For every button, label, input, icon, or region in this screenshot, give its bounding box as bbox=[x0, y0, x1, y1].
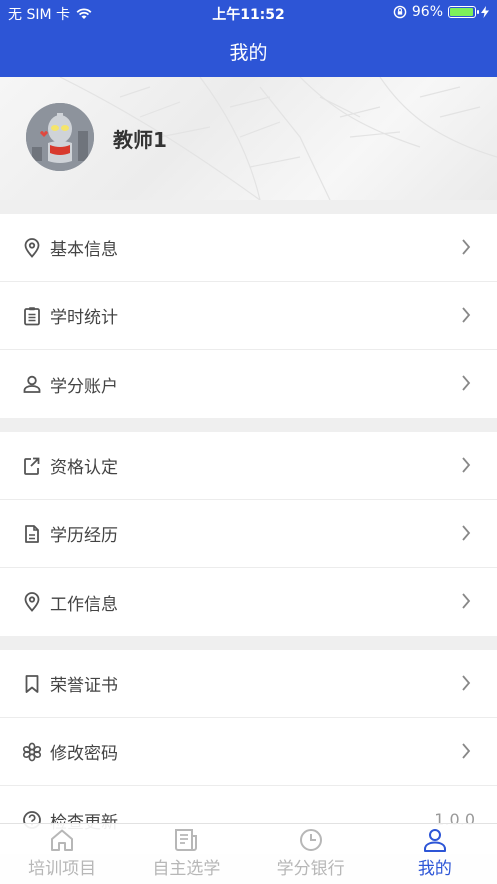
external-link-icon bbox=[22, 456, 42, 476]
chevron-right-icon bbox=[462, 375, 471, 391]
menu-group-2: 资格认定 学历经历 工作信息 bbox=[0, 432, 497, 636]
menu-item-qualification[interactable]: 资格认定 bbox=[0, 432, 497, 500]
nav-bar: 我的 bbox=[0, 26, 497, 77]
home-icon bbox=[51, 829, 74, 851]
flower-icon bbox=[22, 742, 42, 762]
menu-item-label: 工作信息 bbox=[50, 594, 118, 615]
menu-item-label: 学分账户 bbox=[50, 376, 118, 397]
tab-training-projects[interactable]: 培训项目 bbox=[0, 824, 124, 884]
chevron-right-icon bbox=[462, 307, 471, 323]
profile-header[interactable]: 教师1 bbox=[0, 77, 497, 200]
menu-item-label: 资格认定 bbox=[50, 458, 118, 478]
battery-icon bbox=[448, 6, 479, 18]
tab-mine[interactable]: 我的 bbox=[373, 824, 497, 884]
page-title: 我的 bbox=[229, 42, 268, 64]
document-icon bbox=[22, 524, 42, 544]
menu-item-change-password[interactable]: 修改密码 bbox=[0, 718, 497, 786]
menu-group-1: 基本信息 学时统计 学分账户 bbox=[0, 214, 497, 418]
menu-item-honors[interactable]: 荣誉证书 bbox=[0, 650, 497, 718]
status-right: 96% bbox=[393, 4, 489, 20]
ultraman-avatar-icon bbox=[26, 103, 94, 171]
chevron-right-icon bbox=[462, 675, 471, 691]
location-pin-icon bbox=[22, 592, 42, 612]
menu-item-education[interactable]: 学历经历 bbox=[0, 500, 497, 568]
menu-item-label: 荣誉证书 bbox=[50, 676, 118, 696]
newspaper-icon bbox=[175, 829, 198, 851]
tab-label: 自主选学 bbox=[152, 859, 221, 879]
bookmark-icon bbox=[22, 674, 42, 694]
menu-item-label: 基本信息 bbox=[50, 240, 118, 260]
tab-credit-bank[interactable]: 学分银行 bbox=[249, 824, 373, 884]
battery-fill bbox=[450, 8, 473, 16]
tab-self-study[interactable]: 自主选学 bbox=[124, 824, 248, 884]
tab-bar: 培训项目 自主选学 学分银行 我的 bbox=[0, 823, 497, 884]
person-icon bbox=[423, 829, 446, 852]
menu-item-study-hours[interactable]: 学时统计 bbox=[0, 282, 497, 350]
chevron-right-icon bbox=[462, 239, 471, 255]
menu-item-label: 学历经历 bbox=[50, 526, 118, 546]
menu-item-label: 学时统计 bbox=[50, 308, 118, 328]
chevron-right-icon bbox=[462, 743, 471, 759]
clipboard-list-icon bbox=[22, 306, 42, 326]
chevron-right-icon bbox=[462, 457, 471, 473]
tab-label: 学分银行 bbox=[276, 859, 345, 879]
clock-icon bbox=[299, 829, 322, 851]
avatar[interactable] bbox=[26, 103, 94, 171]
username: 教师1 bbox=[113, 128, 167, 152]
tab-label: 我的 bbox=[417, 859, 452, 879]
menu-item-basic-info[interactable]: 基本信息 bbox=[0, 214, 497, 282]
tab-label: 培训项目 bbox=[28, 859, 97, 879]
menu-item-label: 修改密码 bbox=[50, 744, 118, 764]
orientation-lock-icon bbox=[393, 5, 407, 19]
battery-percent: 96% bbox=[411, 4, 443, 20]
status-bar: 无 SIM 卡 上午11:52 96% bbox=[0, 0, 497, 26]
location-pin-icon bbox=[22, 237, 42, 258]
charging-icon bbox=[481, 6, 489, 18]
menu-item-work-info[interactable]: 工作信息 bbox=[0, 568, 497, 636]
menu-item-credit-account[interactable]: 学分账户 bbox=[0, 350, 497, 418]
person-icon bbox=[22, 374, 42, 394]
chevron-right-icon bbox=[462, 593, 471, 609]
chevron-right-icon bbox=[462, 525, 471, 541]
